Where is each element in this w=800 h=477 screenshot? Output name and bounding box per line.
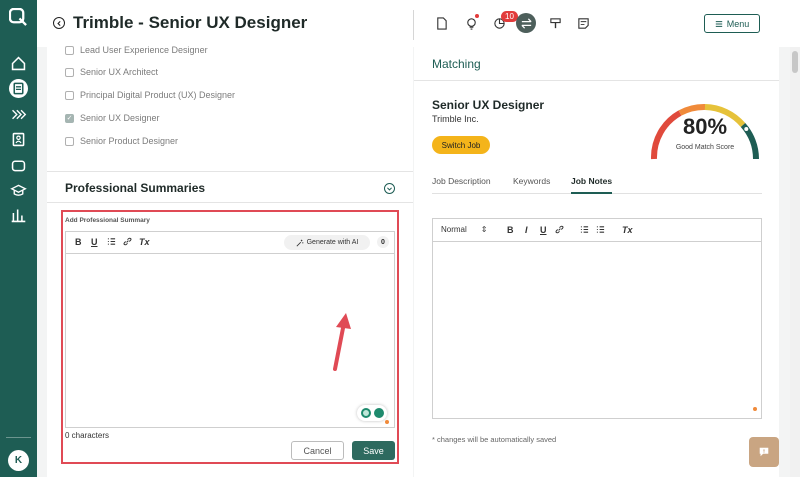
underline-button[interactable]: U	[540, 225, 547, 235]
generate-with-ai-button[interactable]: Generate with AI	[284, 235, 370, 250]
chat-alert-icon	[759, 447, 769, 457]
paint-roller-icon[interactable]	[547, 15, 563, 31]
save-button[interactable]: Save	[352, 441, 395, 460]
chevron-down-icon	[387, 187, 392, 191]
job-title-option[interactable]: Principal Digital Product (UX) Designer	[65, 90, 235, 100]
checkbox[interactable]	[65, 67, 74, 77]
status-dot	[385, 420, 389, 424]
scrollbar-track[interactable]	[790, 47, 800, 477]
file-icon[interactable]	[433, 15, 449, 31]
feedback-button[interactable]	[749, 437, 779, 467]
job-title-option[interactable]: Senior UX Architect	[65, 67, 158, 77]
match-score-label: Good Match Score	[675, 144, 735, 151]
editor-toolbar: B U Tx Generate with AI 0	[66, 232, 394, 254]
avatar[interactable]: K	[8, 450, 29, 471]
underline-button[interactable]: U	[91, 237, 98, 247]
job-title-label: Lead User Experience Designer	[80, 45, 208, 55]
job-title-option[interactable]: ✓ Senior UX Designer	[65, 113, 160, 123]
cancel-button[interactable]: Cancel	[291, 441, 344, 460]
left-navigation-rail: K	[0, 0, 37, 477]
sticky-note-icon[interactable]	[575, 15, 591, 31]
app-logo-icon[interactable]	[8, 7, 28, 27]
status-dot	[753, 407, 757, 411]
job-title-option[interactable]: Senior Product Designer	[65, 136, 178, 146]
select-arrows-icon: ⇕	[480, 225, 488, 234]
alert-dot	[475, 14, 479, 18]
job-title: Senior UX Designer	[432, 98, 545, 112]
chevron-left-icon	[56, 20, 61, 26]
job-notes-editor[interactable]: Normal ⇕ B I U Tx	[432, 218, 762, 419]
hamburger-icon	[715, 20, 722, 27]
checkbox[interactable]	[65, 136, 74, 146]
panel-divider	[414, 80, 779, 81]
ai-count-badge: 0	[377, 236, 389, 248]
switch-job-button[interactable]: Switch Job	[432, 136, 490, 154]
checkbox-checked[interactable]: ✓	[65, 113, 74, 123]
swap-icon[interactable]	[516, 13, 536, 33]
inbox-icon[interactable]	[9, 156, 28, 175]
header-divider	[413, 10, 414, 40]
ordered-list-icon[interactable]	[580, 225, 589, 236]
field-label: Add Professional Summary	[65, 217, 150, 224]
rail-divider	[6, 437, 31, 438]
tab-job-description[interactable]: Job Description	[432, 176, 491, 194]
job-title-label: Senior UX Architect	[80, 67, 159, 77]
menu-button[interactable]: Menu	[704, 14, 760, 33]
grammarly-icon	[373, 408, 384, 418]
document-icon[interactable]	[9, 79, 28, 98]
checkbox[interactable]	[65, 45, 74, 55]
character-count: 0 characters	[65, 431, 110, 440]
format-select[interactable]: Normal ⇕	[441, 225, 487, 234]
clear-format-button[interactable]: Tx	[622, 225, 633, 235]
tab-keywords[interactable]: Keywords	[513, 176, 550, 194]
scrollbar-thumb[interactable]	[792, 51, 798, 73]
top-header: Trimble - Senior UX Designer 10 Menu	[37, 0, 800, 47]
matching-panel: Matching Senior UX Designer Trimble Inc.…	[414, 47, 779, 477]
job-title-label: Senior UX Designer	[80, 113, 160, 123]
resume-editor-panel: Lead User Experience Designer Senior UX …	[47, 45, 413, 477]
italic-button[interactable]: I	[525, 225, 528, 235]
job-title-label: Principal Digital Product (UX) Designer	[80, 90, 236, 100]
tab-job-notes[interactable]: Job Notes	[571, 176, 613, 194]
match-score-value: 80%	[682, 114, 728, 139]
company-name: Trimble Inc.	[432, 114, 479, 124]
section-title: Professional Summaries	[65, 181, 206, 195]
grammarly-status-icon	[360, 408, 371, 418]
notes-toolbar: Normal ⇕ B I U Tx	[433, 219, 761, 242]
section-divider	[47, 171, 413, 172]
checkbox[interactable]	[65, 90, 74, 100]
format-select-value: Normal	[441, 225, 467, 234]
link-icon[interactable]	[555, 225, 564, 236]
page-title: Trimble - Senior UX Designer	[73, 13, 308, 32]
job-title-label: Senior Product Designer	[80, 136, 179, 146]
section-divider	[47, 202, 413, 203]
matching-title: Matching	[432, 57, 481, 71]
clear-format-button[interactable]: Tx	[139, 237, 150, 247]
bullet-list-icon[interactable]	[596, 225, 605, 236]
graduation-cap-icon[interactable]	[9, 181, 28, 200]
autosave-note: * changes will be automatically saved	[432, 435, 557, 444]
forward-arrows-icon[interactable]	[9, 105, 28, 124]
bar-chart-icon[interactable]	[9, 206, 28, 225]
job-title-option[interactable]: Lead User Experience Designer	[65, 45, 208, 55]
link-icon[interactable]	[123, 237, 132, 248]
red-arrow-annotation	[333, 313, 351, 371]
home-icon[interactable]	[9, 54, 28, 73]
bold-button[interactable]: B	[75, 237, 82, 247]
collapse-button[interactable]	[384, 183, 395, 194]
generate-with-ai-label: Generate with AI	[306, 239, 359, 246]
job-tabs: Job Description Keywords Job Notes	[432, 176, 762, 194]
grammarly-widget[interactable]	[357, 405, 387, 421]
bold-button[interactable]: B	[507, 225, 514, 235]
contacts-icon[interactable]	[9, 130, 28, 149]
list-icon[interactable]	[107, 237, 116, 248]
magic-wand-icon	[296, 239, 303, 246]
menu-label: Menu	[726, 18, 750, 29]
back-button[interactable]	[53, 17, 65, 29]
